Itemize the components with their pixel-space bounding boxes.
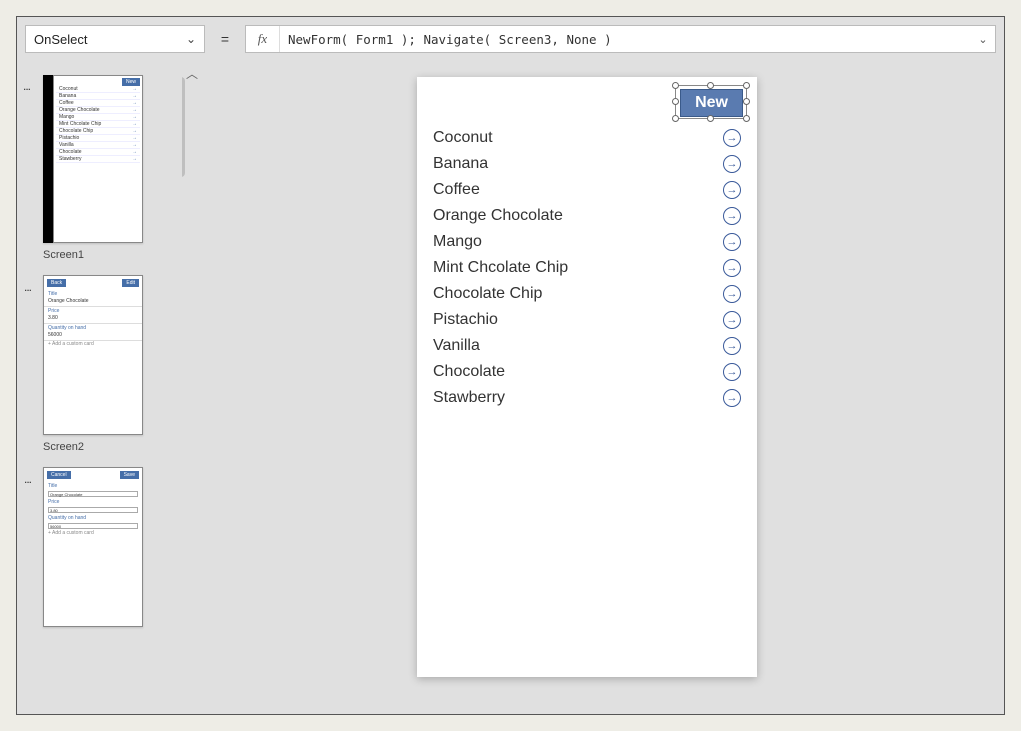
- screen-thumbnail-2[interactable]: ... Back Edit Title Orange Chocolate Pri…: [43, 275, 143, 435]
- resize-handle[interactable]: [672, 98, 679, 105]
- resize-handle[interactable]: [743, 115, 750, 122]
- arrow-right-icon[interactable]: →: [723, 233, 741, 251]
- new-button[interactable]: New: [680, 89, 743, 117]
- list-item[interactable]: Stawberry →: [429, 385, 745, 411]
- resize-handle[interactable]: [672, 115, 679, 122]
- item-label: Chocolate Chip: [433, 285, 542, 303]
- arrow-right-icon[interactable]: →: [723, 337, 741, 355]
- property-select-value: OnSelect: [34, 32, 87, 47]
- more-icon[interactable]: ...: [23, 79, 30, 93]
- list-item[interactable]: Coconut →: [429, 125, 745, 151]
- screens-panel: ... New Coconut→ Banana→ Coffee→ Orange …: [17, 65, 182, 714]
- list-item[interactable]: Chocolate →: [429, 359, 745, 385]
- more-icon[interactable]: ...: [24, 472, 31, 486]
- list-item[interactable]: Banana →: [429, 151, 745, 177]
- arrow-right-icon[interactable]: →: [723, 129, 741, 147]
- formula-input[interactable]: NewForm( Form1 ); Navigate( Screen3, Non…: [280, 32, 971, 47]
- list-item[interactable]: Mint Chcolate Chip →: [429, 255, 745, 281]
- resize-handle[interactable]: [707, 82, 714, 89]
- item-label: Mint Chcolate Chip: [433, 259, 568, 277]
- item-label: Chocolate: [433, 363, 505, 381]
- thumb3-save-button: Save: [120, 471, 139, 479]
- resize-handle[interactable]: [743, 98, 750, 105]
- item-label: Pistachio: [433, 311, 498, 329]
- item-label: Stawberry: [433, 389, 505, 407]
- design-canvas[interactable]: New Coconut → Banana → Coffee → Orange Choc…: [417, 77, 757, 677]
- arrow-right-icon[interactable]: →: [723, 259, 741, 277]
- gallery-list: Coconut → Banana → Coffee → Orange Chocolat…: [417, 121, 757, 415]
- thumb3-cancel-button: Cancel: [47, 471, 71, 479]
- arrow-right-icon[interactable]: →: [723, 181, 741, 199]
- formula-dropdown-icon[interactable]: ⌄: [971, 33, 995, 46]
- formula-bar: OnSelect ⌄ = fx NewForm( Form1 ); Naviga…: [25, 25, 996, 53]
- app-frame: OnSelect ⌄ = fx NewForm( Form1 ); Naviga…: [16, 16, 1005, 715]
- item-label: Banana: [433, 155, 488, 173]
- item-label: Coconut: [433, 129, 493, 147]
- list-item[interactable]: Coffee →: [429, 177, 745, 203]
- property-select[interactable]: OnSelect ⌄: [25, 25, 205, 53]
- list-item[interactable]: Orange Chocolate →: [429, 203, 745, 229]
- screen1-caption: Screen1: [43, 249, 182, 261]
- thumb2-back-button: Back: [47, 279, 66, 287]
- arrow-right-icon[interactable]: →: [723, 389, 741, 407]
- thumb1-new-button: New: [122, 78, 140, 86]
- resize-handle[interactable]: [743, 82, 750, 89]
- screen-thumbnail-1[interactable]: ... New Coconut→ Banana→ Coffee→ Orange …: [43, 75, 143, 243]
- resize-handle[interactable]: [672, 82, 679, 89]
- item-label: Coffee: [433, 181, 480, 199]
- list-item[interactable]: Chocolate Chip →: [429, 281, 745, 307]
- item-label: Orange Chocolate: [433, 207, 563, 225]
- arrow-right-icon[interactable]: →: [723, 311, 741, 329]
- arrow-right-icon[interactable]: →: [723, 207, 741, 225]
- arrow-right-icon[interactable]: →: [723, 285, 741, 303]
- item-label: Mango: [433, 233, 482, 251]
- more-icon[interactable]: ...: [24, 280, 31, 294]
- thumb2-edit-button: Edit: [122, 279, 139, 287]
- list-item[interactable]: Vanilla →: [429, 333, 745, 359]
- list-item[interactable]: Pistachio →: [429, 307, 745, 333]
- formula-box: fx NewForm( Form1 ); Navigate( Screen3, …: [245, 25, 996, 53]
- item-label: Vanilla: [433, 337, 480, 355]
- fx-icon[interactable]: fx: [246, 26, 280, 52]
- arrow-right-icon[interactable]: →: [723, 155, 741, 173]
- list-item[interactable]: Mango →: [429, 229, 745, 255]
- equals-button[interactable]: =: [211, 25, 239, 53]
- arrow-right-icon[interactable]: →: [723, 363, 741, 381]
- scroll-up-icon[interactable]: ︿: [182, 65, 202, 82]
- screen2-caption: Screen2: [43, 441, 182, 453]
- screen-thumbnail-3[interactable]: ... Cancel Save Title Orange Chocolate P…: [43, 467, 143, 627]
- chevron-down-icon: ⌄: [186, 32, 196, 46]
